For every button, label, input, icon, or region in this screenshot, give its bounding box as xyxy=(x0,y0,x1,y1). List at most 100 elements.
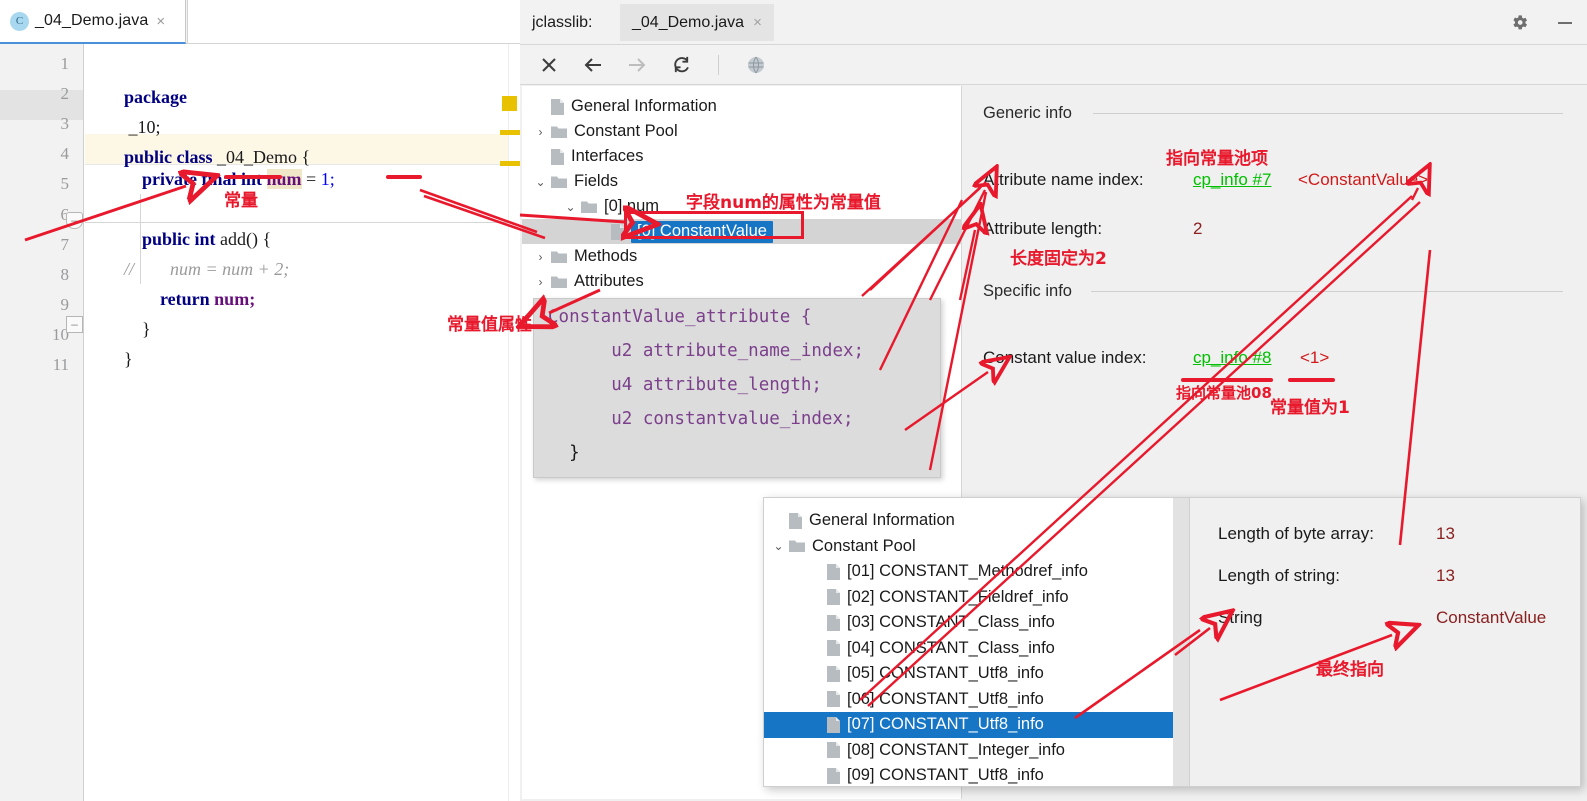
tree-item-attributes[interactable]: › Attributes xyxy=(522,269,961,294)
folder-icon xyxy=(551,175,567,189)
line-number: 8 xyxy=(60,265,70,284)
cp-tree-item-06-constant-utf8-info[interactable]: [06] CONSTANT_Utf8_info xyxy=(764,687,1173,713)
reload-button[interactable] xyxy=(670,54,692,76)
constant-pool-tree[interactable]: General Information ⌄ Constant Pool [01] CO… xyxy=(764,498,1173,786)
cp-tree-item-label: [02] CONSTANT_Fieldref_info xyxy=(847,587,1069,606)
tree-item-label: Interfaces xyxy=(571,147,644,165)
constant-value-index-label: Constant value index: xyxy=(983,348,1147,367)
attribute-name-index-label: Attribute name index: xyxy=(983,170,1144,189)
tool-window-tab[interactable]: _04_Demo.java × xyxy=(620,4,774,41)
chevron-right-icon[interactable]: › xyxy=(534,250,547,264)
editor-code-area[interactable]: package _10; public class _04_Demo { pri… xyxy=(85,44,508,801)
snippet-line-3: u4 attribute_length; xyxy=(548,375,822,395)
settings-gear-icon[interactable] xyxy=(1509,13,1529,33)
attribute-length-label: Attribute length: xyxy=(983,219,1103,238)
cp-tree-item-label: [09] CONSTANT_Utf8_info xyxy=(847,766,1044,785)
code-line-10: } xyxy=(97,314,508,369)
code-fold-toggle-block[interactable]: – xyxy=(66,316,83,333)
editor-tab-_04_demo-java[interactable]: C _04_Demo.java × xyxy=(0,0,186,44)
cp-tree-item-04-constant-class-info[interactable]: [04] CONSTANT_Class_info xyxy=(764,636,1173,662)
specific-info-rule xyxy=(1091,291,1563,292)
tree-item-label: Fields xyxy=(574,172,619,190)
close-icon[interactable]: × xyxy=(156,13,165,30)
browse-web-icon xyxy=(745,54,767,76)
string-label: String xyxy=(1218,608,1263,627)
snippet-line-1: ConstantValue_attribute { xyxy=(548,307,812,327)
tree-item-methods[interactable]: › Methods xyxy=(522,244,961,269)
code-line-7: // num = num + 2; xyxy=(97,224,508,279)
cp-tree-item-07-constant-utf8-info[interactable]: [07] CONSTANT_Utf8_info xyxy=(764,712,1173,738)
chevron-down-icon[interactable]: ⌄ xyxy=(564,200,577,214)
constant-value-index-link[interactable]: cp_info #8 xyxy=(1193,348,1271,368)
tree-item-label: General Information xyxy=(571,97,717,115)
tool-window-header: jclasslib: _04_Demo.java × xyxy=(520,0,1587,45)
editor-scrollbar[interactable] xyxy=(500,44,520,801)
attribute-name-index-link[interactable]: cp_info #7 xyxy=(1193,170,1271,190)
overlay-splitter[interactable] xyxy=(1173,498,1189,786)
chevron-down-icon[interactable]: ⌄ xyxy=(534,175,547,189)
code-editor-pane: C _04_Demo.java × 1 2 3 4 5 6 7 8 9 10 1… xyxy=(0,0,520,801)
line-number: 5 xyxy=(60,174,70,193)
file-icon xyxy=(827,563,840,580)
tool-window-buttons xyxy=(1509,0,1575,45)
class-file-icon: C xyxy=(10,11,29,31)
code-fold-toggle-method[interactable]: – xyxy=(66,212,83,229)
attribute-length-value: 2 xyxy=(1193,219,1203,238)
cp-tree-item-03-constant-class-info[interactable]: [03] CONSTANT_Class_info xyxy=(764,610,1173,636)
back-button[interactable] xyxy=(582,54,604,76)
editor-gutter[interactable]: 1 2 3 4 5 6 7 8 9 10 11 – – xyxy=(0,44,84,801)
tree-item-0-constantvalue[interactable]: [0] ConstantValue xyxy=(522,219,961,244)
folder-icon xyxy=(551,275,567,289)
tree-item-fields[interactable]: ⌄ Fields xyxy=(522,169,961,194)
editor-marker-dash[interactable] xyxy=(500,161,520,166)
constant-pool-overlay: General Information ⌄ Constant Pool [01] CO… xyxy=(763,497,1581,787)
attribute-name-index-value: <ConstantValue> xyxy=(1298,170,1429,189)
chevron-right-icon[interactable]: › xyxy=(534,275,547,289)
line-number: 7 xyxy=(60,235,70,254)
chevron-down-icon[interactable]: ⌄ xyxy=(772,539,785,553)
file-icon xyxy=(827,665,840,682)
file-icon xyxy=(827,640,840,657)
chevron-right-icon[interactable]: › xyxy=(534,125,547,139)
tree-item-general-information[interactable]: General Information xyxy=(522,94,961,119)
folder-icon xyxy=(789,539,805,553)
string-value: ConstantValue xyxy=(1436,608,1547,627)
byte-array-length-value: 13 xyxy=(1436,524,1455,543)
editor-tab-bar: C _04_Demo.java × xyxy=(0,0,520,44)
string-length-label: Length of string: xyxy=(1218,566,1340,585)
editor-marker-dash[interactable] xyxy=(500,130,520,135)
file-icon xyxy=(827,742,840,759)
close-brace-class: } xyxy=(124,349,133,369)
cp-tree-item-label: General Information xyxy=(809,511,955,530)
cp-tree-item-08-constant-integer-info[interactable]: [08] CONSTANT_Integer_info xyxy=(764,738,1173,764)
cp-tree-item-general-information[interactable]: General Information xyxy=(764,508,1173,534)
cp-tree-item-label: [06] CONSTANT_Utf8_info xyxy=(847,689,1044,708)
string-length-value: 13 xyxy=(1436,566,1455,585)
file-icon xyxy=(827,589,840,606)
code-line-1: package _10; xyxy=(97,52,508,137)
tree-item-label: [0] ConstantValue xyxy=(631,220,773,243)
tree-item-constant-pool[interactable]: › Constant Pool xyxy=(522,119,961,144)
cp-tree-item-01-constant-methodref-info[interactable]: [01] CONSTANT_Methodref_info xyxy=(764,559,1173,585)
keyword-package: package xyxy=(124,87,187,107)
cp-tree-item-02-constant-fieldref-info[interactable]: [02] CONSTANT_Fieldref_info xyxy=(764,585,1173,611)
snippet-line-2: u2 attribute_name_index; xyxy=(548,341,865,361)
cp-tree-item-label: Constant Pool xyxy=(812,536,916,555)
tree-item-interfaces[interactable]: Interfaces xyxy=(522,144,961,169)
specific-info-title: Specific info xyxy=(983,282,1072,300)
close-button[interactable] xyxy=(538,54,560,76)
inspection-status-marker[interactable] xyxy=(502,96,517,111)
tree-item-0-num[interactable]: ⌄ [0] num xyxy=(522,194,961,219)
constantvalue-attribute-snippet: ConstantValue_attribute { u2 attribute_n… xyxy=(533,298,941,478)
minimize-icon[interactable] xyxy=(1555,13,1575,33)
file-icon xyxy=(827,691,840,708)
editor-tabbar-empty xyxy=(187,0,520,44)
cp-tree-item-constant-pool[interactable]: ⌄ Constant Pool xyxy=(764,534,1173,560)
tool-window-title: jclasslib: xyxy=(532,14,593,31)
line-number: 11 xyxy=(52,355,69,374)
editor-tab-label: _04_Demo.java xyxy=(35,12,149,29)
cp-tree-item-09-constant-utf8-info[interactable]: [09] CONSTANT_Utf8_info xyxy=(764,763,1173,786)
close-icon[interactable]: × xyxy=(753,14,762,31)
cp-tree-item-05-constant-utf8-info[interactable]: [05] CONSTANT_Utf8_info xyxy=(764,661,1173,687)
cp-tree-item-label: [04] CONSTANT_Class_info xyxy=(847,638,1055,657)
